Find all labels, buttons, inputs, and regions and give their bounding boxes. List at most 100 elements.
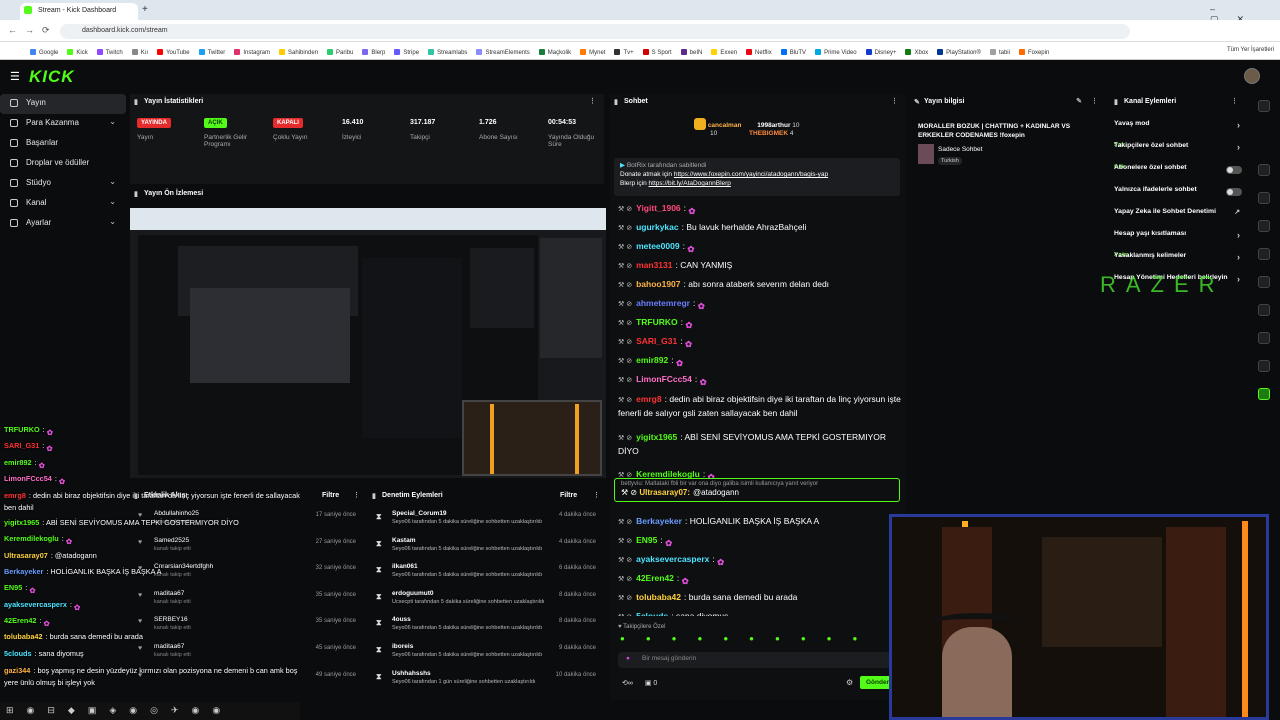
chat-message[interactable]: ⚒ ⊘ metee0009: ✿: [614, 238, 904, 257]
edit-icon[interactable]: ✎: [1076, 97, 1082, 105]
mod-tools-icon[interactable]: ⚒ ⊘: [618, 206, 632, 213]
chat-message[interactable]: ⚒ ⊘ yigitx1965: ABİ SENİ SEVİYOMUS AMA TE…: [614, 428, 904, 466]
bookmark-item[interactable]: Disney+: [865, 49, 896, 56]
list-icon[interactable]: [1258, 304, 1270, 316]
emote-row[interactable]: ●●●●●●●●●●: [620, 634, 900, 644]
mod-tools-icon[interactable]: ⚒ ⊘: [618, 282, 632, 289]
category-name[interactable]: Sadece Sohbet: [938, 146, 982, 153]
bookmark-item[interactable]: Blerp: [362, 49, 385, 56]
chat-message[interactable]: ⚒ ⊘ EN95: ✿: [614, 532, 904, 551]
camera-icon[interactable]: [1258, 164, 1270, 176]
chat-message[interactable]: ⚒ ⊘ emir892: ✿: [614, 352, 904, 371]
mod-tools-icon[interactable]: ⚒ ⊘: [618, 595, 632, 602]
shield-icon[interactable]: [1258, 276, 1270, 288]
bookmark-item[interactable]: Kıı: [131, 49, 148, 56]
bookmark-item[interactable]: Kick: [67, 49, 88, 56]
dots-icon[interactable]: [1258, 360, 1270, 372]
mod-tools-icon[interactable]: ⚒ ⊘: [618, 397, 632, 404]
language-tag[interactable]: Turkish: [938, 157, 962, 165]
chat-message[interactable]: ⚒ ⊘ ayaksevercasperx: ✿: [614, 551, 904, 570]
chat-message[interactable]: ⚒ ⊘ bahoo1907: abı sonra ataberk severım …: [614, 276, 904, 295]
grid-icon[interactable]: [1258, 388, 1270, 400]
bookmark-item[interactable]: YouTube: [157, 49, 190, 56]
channel-action-item[interactable]: Yalnızca ifadelerle sohbet: [1114, 186, 1242, 208]
chat-message[interactable]: ⚒ ⊘ man3131: CAN YANMIŞ: [614, 257, 904, 276]
bookmark-item[interactable]: Streamlabs: [428, 49, 467, 56]
pinned-message[interactable]: ▶ BotRix tarafından sabitlendi Donate at…: [614, 158, 900, 196]
chat-message[interactable]: ⚒ ⊘ ahmetemregr: ✿: [614, 295, 904, 314]
modlog-filter-button[interactable]: Filtre: [560, 492, 577, 499]
channel-action-item[interactable]: Takipçilere özel sohbet 6 dk. ›: [1114, 142, 1242, 170]
chat-settings-icon[interactable]: ⚙: [846, 678, 853, 687]
mod-tools-icon[interactable]: ⚒ ⊘: [618, 301, 632, 308]
mod-tools-icon[interactable]: ⚒ ⊘: [618, 244, 632, 251]
bookmark-item[interactable]: tabii: [989, 49, 1010, 56]
chat-message[interactable]: ⚒ ⊘ Yigitt_1906: ✿: [614, 200, 904, 219]
activity-filter-button[interactable]: Filtre: [322, 492, 339, 499]
bookmark-item[interactable]: Stripe: [394, 49, 419, 56]
kick-logo[interactable]: KICK: [29, 67, 75, 87]
browser-tab[interactable]: Stream - Kick Dashboard: [20, 3, 138, 20]
bookmark-item[interactable]: Netflix: [746, 49, 772, 56]
sidebar-item-gear[interactable]: Ayarlar ⌄: [0, 214, 126, 234]
chat-message[interactable]: ⚒ ⊘ LimonFCcc54: ✿: [614, 371, 904, 390]
sidebar-item-broadcast[interactable]: Yayın: [0, 94, 126, 114]
url-field[interactable]: dashboard.kick.com/stream: [60, 24, 1130, 39]
mod-tools-icon[interactable]: ⚒ ⊘: [618, 339, 632, 346]
bookmark-item[interactable]: Paribu: [327, 49, 353, 56]
mod-tools-icon[interactable]: ⚒ ⊘: [618, 358, 632, 365]
channel-action-item[interactable]: Yavaş mod 5 sn. ›: [1114, 120, 1242, 148]
chat-message[interactable]: ⚒ ⊘ tolubaba42: burda sana demedi bu arad…: [614, 589, 904, 608]
sidebar-item-gift[interactable]: Droplar ve ödüller: [0, 154, 126, 174]
bookmark-item[interactable]: Maçkolik: [538, 49, 571, 56]
channel-points[interactable]: ⟲∞ ▣ 0: [622, 679, 657, 687]
mod-tools-icon[interactable]: ⚒ ⊘: [618, 519, 632, 526]
mod-tools-icon[interactable]: ⚒ ⊘: [618, 263, 632, 270]
mod-tools-icon[interactable]: ⚒ ⊘: [618, 576, 632, 583]
chat-message[interactable]: ⚒ ⊘5clouds: sana diyomuş: [614, 608, 904, 616]
channel-action-item[interactable]: Yasaklanmış kelimeler ›: [1114, 252, 1242, 274]
sidebar-item-money[interactable]: Para Kazanma ⌄: [0, 114, 126, 134]
chat-message[interactable]: ⚒ ⊘ emrg8: dedin abi biraz objektifsin di…: [614, 390, 904, 428]
channel-action-item[interactable]: Hesap yaşı kısıtlaması 2 gün ›: [1114, 230, 1242, 258]
bookmark-item[interactable]: Mynet: [580, 49, 605, 56]
wrench-icon[interactable]: [1258, 332, 1270, 344]
sidebar-item-trophy[interactable]: Başarılar: [0, 134, 126, 154]
chat-bubble-icon[interactable]: [1258, 248, 1270, 260]
sidebar-item-studio[interactable]: Stüdyo ⌄: [0, 174, 126, 194]
bookmark-item[interactable]: beIN: [680, 49, 702, 56]
chat-message[interactable]: ⚒ ⊘ ugurkykac: Bu lavuk herhalde AhrazBah…: [614, 219, 904, 238]
bookmark-item[interactable]: Tv+: [614, 49, 634, 56]
chat-message[interactable]: ⚒ ⊘ TRFURKO: ✿: [614, 314, 904, 333]
chat-message[interactable]: ⚒ ⊘ 42Eren42: ✿: [614, 570, 904, 589]
avatar[interactable]: [1244, 68, 1260, 84]
bookmark-item[interactable]: Sahibinden: [279, 49, 318, 56]
bookmark-item[interactable]: S Sport: [642, 49, 672, 56]
channel-action-item[interactable]: Yapay Zeka ile Sohbet Denetimi ↗: [1114, 208, 1242, 230]
chat-message[interactable]: ⚒ ⊘ SARI_G31: ✿: [614, 333, 904, 352]
all-bookmarks[interactable]: Tüm Yer İşaretleri: [1227, 47, 1274, 53]
bookmark-item[interactable]: Twitch: [96, 49, 123, 56]
mod-tools-icon[interactable]: ⚒ ⊘: [618, 225, 632, 232]
bookmark-item[interactable]: StreamElements: [476, 49, 530, 56]
mod-tools-icon[interactable]: ⚒ ⊘: [618, 557, 632, 564]
chat-message[interactable]: ⚒ ⊘ Berkayeker: HOLİGANLIK BAŞKA İŞ BAŞKA…: [614, 513, 904, 532]
mod-tools-icon[interactable]: ⚒ ⊘: [618, 320, 632, 327]
bookmark-item[interactable]: PlayStation®: [937, 49, 981, 56]
bookmark-item[interactable]: Prime Video: [815, 49, 857, 56]
bookmark-item[interactable]: Twitter: [198, 49, 225, 56]
bookmark-item[interactable]: Foxepin: [1018, 49, 1049, 56]
mod-tools-icon[interactable]: ⚒ ⊘: [618, 614, 632, 616]
mod-tools-icon[interactable]: ⚒ ⊘: [618, 377, 632, 384]
new-tab-icon[interactable]: +: [142, 4, 148, 15]
bookmark-item[interactable]: Instagram: [234, 49, 270, 56]
bookmark-item[interactable]: Exxen: [711, 49, 737, 56]
mod-tools-icon[interactable]: ⚒ ⊘: [618, 435, 632, 442]
document-icon[interactable]: [1258, 220, 1270, 232]
sidebar-item-channel[interactable]: Kanal ⌄: [0, 194, 126, 214]
bookmark-item[interactable]: BluTV: [780, 49, 806, 56]
mod-tools-icon[interactable]: ⚒ ⊘: [618, 538, 632, 545]
channel-action-item[interactable]: Abonelere özel sohbet: [1114, 164, 1242, 186]
bookmark-item[interactable]: Google: [30, 49, 58, 56]
taskbar-icons[interactable]: ⊞◉⊟◆▣◈◉◎✈◉◉: [6, 705, 233, 716]
